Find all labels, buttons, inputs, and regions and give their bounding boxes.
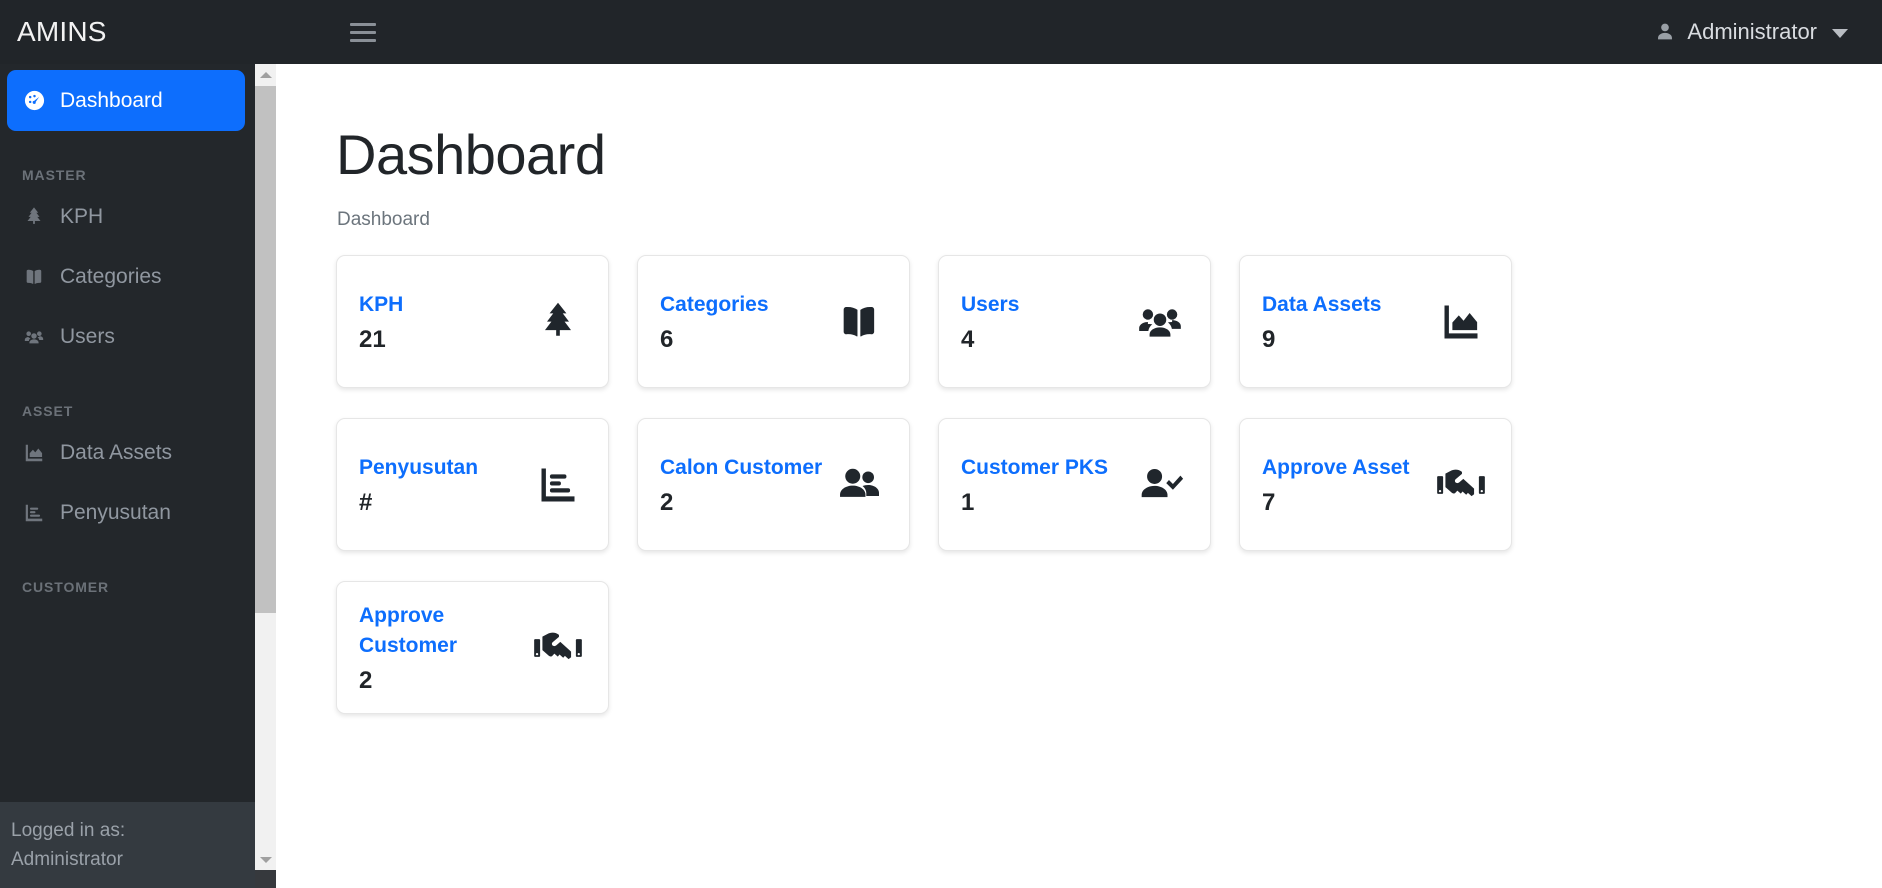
- chart-area-icon: [21, 441, 47, 465]
- sidebar-item-categories[interactable]: Categories: [0, 247, 255, 307]
- card-label: Categories: [660, 292, 769, 316]
- card-value: 6: [660, 325, 674, 353]
- navbar-user-name: Administrator: [1687, 19, 1817, 44]
- card-value: 2: [660, 488, 674, 516]
- card-label: Penyusutan: [359, 455, 479, 479]
- chart-bar-icon: [528, 463, 588, 507]
- stat-card-kph[interactable]: KPH 21: [336, 255, 609, 388]
- sidebar-item-data-assets[interactable]: Data Assets: [0, 423, 255, 483]
- user-menu-dropdown[interactable]: Administrator: [1654, 19, 1848, 45]
- dashboard-icon: [21, 89, 47, 113]
- stat-card-customer-pks[interactable]: Customer PKS 1: [938, 418, 1211, 551]
- sidebar-item-label: Penyusutan: [60, 501, 171, 524]
- card-value: 2: [359, 666, 373, 694]
- sidebar-item-kph[interactable]: KPH: [0, 187, 255, 247]
- app-root: AMINS Administrator Dashboard MASTER KPH…: [0, 0, 1882, 888]
- logged-in-user: Administrator: [11, 849, 123, 870]
- user-friends-icon: [829, 460, 889, 510]
- page-title: Dashboard: [336, 123, 606, 186]
- card-label: Calon Customer: [660, 455, 823, 479]
- app-brand[interactable]: AMINS: [17, 16, 107, 48]
- card-label: Data Assets: [1262, 292, 1382, 316]
- sidebar-item-label: Categories: [60, 265, 162, 288]
- stat-card-approve-customer[interactable]: Approve Customer 2: [336, 581, 609, 714]
- card-value: 7: [1262, 488, 1276, 516]
- users-icon: [1130, 297, 1190, 347]
- sidebar-item-dashboard[interactable]: Dashboard: [7, 70, 245, 131]
- sidebar-item-label: KPH: [60, 205, 104, 228]
- stat-card-categories[interactable]: Categories 6: [637, 255, 910, 388]
- scrollbar-down-arrow-icon[interactable]: [255, 849, 276, 870]
- stat-card-calon-customer[interactable]: Calon Customer 2: [637, 418, 910, 551]
- sidebar-item-label: Dashboard: [60, 88, 163, 112]
- stat-card-data-assets[interactable]: Data Assets 9: [1239, 255, 1512, 388]
- sidebar-section-master: MASTER: [22, 167, 87, 183]
- tree-icon: [528, 300, 588, 344]
- users-icon: [21, 325, 47, 349]
- handshake-icon: [1431, 460, 1491, 510]
- breadcrumb: Dashboard: [337, 209, 430, 230]
- stat-card-approve-asset[interactable]: Approve Asset 7: [1239, 418, 1512, 551]
- stat-card-users[interactable]: Users 4: [938, 255, 1211, 388]
- stat-card-penyusutan[interactable]: Penyusutan #: [336, 418, 609, 551]
- book-open-icon: [21, 265, 47, 289]
- card-value: 21: [359, 325, 386, 353]
- card-value: #: [359, 488, 373, 516]
- sidebar: Dashboard MASTER KPH Categories Users AS…: [0, 64, 255, 888]
- user-check-icon: [1130, 460, 1190, 510]
- stat-card-grid: KPH 21 Categories 6 Users 4 Data Assets …: [336, 255, 1586, 714]
- sidebar-item-label: Users: [60, 325, 115, 348]
- card-label: Users: [961, 292, 1020, 316]
- card-label: Approve Customer: [359, 603, 458, 657]
- sidebar-footer: Logged in as: Administrator: [0, 802, 255, 888]
- scrollbar-bottom-cap: [255, 870, 276, 888]
- book-open-icon: [829, 299, 889, 345]
- scrollbar-up-arrow-icon[interactable]: [255, 64, 276, 85]
- scrollbar-thumb[interactable]: [255, 86, 276, 613]
- chart-bar-icon: [21, 501, 47, 525]
- sidebar-item-users[interactable]: Users: [0, 307, 255, 367]
- main-content: Dashboard Dashboard KPH 21 Categories 6: [276, 64, 1882, 888]
- sidebar-scrollbar[interactable]: [255, 64, 276, 888]
- sidebar-section-asset: ASSET: [22, 403, 74, 419]
- sidebar-item-penyusutan[interactable]: Penyusutan: [0, 483, 255, 543]
- user-icon: [1654, 21, 1676, 43]
- top-navbar: AMINS Administrator: [0, 0, 1882, 64]
- sidebar-item-label: Data Assets: [60, 441, 173, 464]
- card-value: 1: [961, 488, 975, 516]
- chevron-down-icon: [1832, 29, 1848, 38]
- card-value: 4: [961, 325, 975, 353]
- card-value: 9: [1262, 325, 1276, 353]
- sidebar-menu: Dashboard MASTER KPH Categories Users AS…: [0, 64, 255, 802]
- sidebar-section-customer: CUSTOMER: [22, 579, 110, 595]
- menu-toggle-icon[interactable]: [349, 19, 376, 45]
- card-label: KPH: [359, 292, 404, 316]
- tree-icon: [21, 205, 47, 229]
- card-label: Customer PKS: [961, 455, 1109, 479]
- chart-area-icon: [1431, 300, 1491, 344]
- handshake-icon: [528, 623, 588, 673]
- logged-in-label: Logged in as:: [11, 820, 126, 841]
- card-label: Approve Asset: [1262, 455, 1410, 479]
